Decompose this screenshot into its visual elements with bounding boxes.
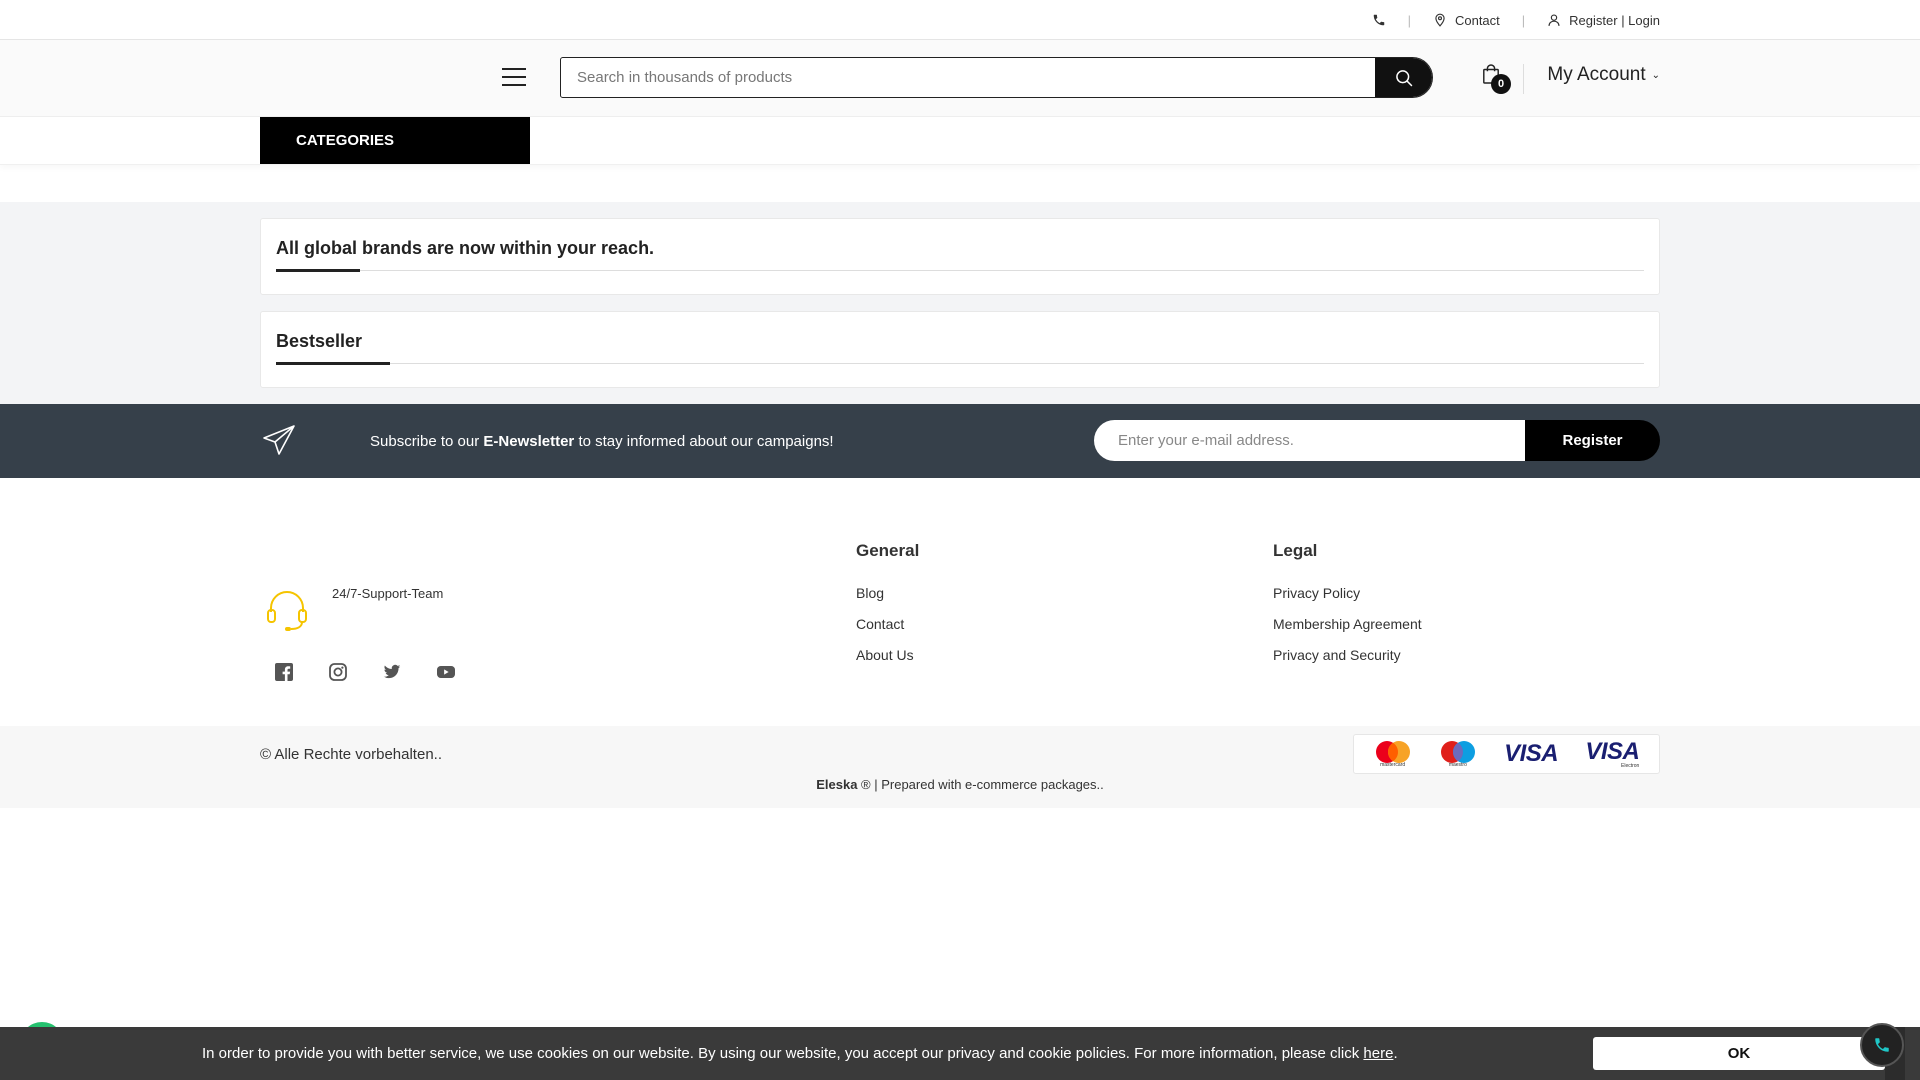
phone-icon [1875, 1038, 1889, 1052]
newsletter-email-input[interactable] [1094, 420, 1525, 461]
site-footer: 24/7-Support-Team General Blog Contact A… [0, 478, 1920, 726]
hamburger-line [502, 76, 526, 78]
footer-legal-title: Legal [1273, 541, 1318, 560]
top-bar: | Contact | Register | Login [0, 0, 1920, 40]
credit-text: Eleska ® | Prepared with e-commerce pack… [816, 777, 1104, 792]
cart-count-badge: 0 [1491, 74, 1511, 94]
cookie-more-info-link[interactable]: here [1363, 1045, 1393, 1062]
search-bar [560, 57, 1433, 98]
youtube-icon [437, 666, 455, 678]
headset-icon [267, 591, 307, 631]
categories-button[interactable]: CATEGORIES [260, 117, 530, 164]
location-pin-icon [1435, 13, 1445, 27]
credit-brand: Eleska [816, 777, 858, 792]
footer-link-blog[interactable]: Blog [856, 585, 919, 601]
my-account-label: My Account [1547, 64, 1646, 85]
visa-electron-label: VISA [1585, 737, 1640, 765]
newsletter-text: Subscribe to our E-Newsletter to stay in… [370, 432, 834, 450]
site-header: 0 My Account ⌄ [0, 40, 1920, 117]
support-team-label: 24/7-Support-Team [332, 586, 444, 601]
visa-logo: VISA [1504, 740, 1559, 767]
facebook-icon [275, 663, 293, 681]
hamburger-line [502, 68, 526, 70]
section-underline [276, 362, 1644, 365]
maestro-label: maestro [1448, 762, 1467, 768]
footer-link-privacy-security[interactable]: Privacy and Security [1273, 647, 1422, 663]
cart-button[interactable]: 0 [1482, 64, 1511, 94]
payment-methods: mastercard maestro VISA VISA Electron [1353, 734, 1660, 774]
visa-label: VISA [1504, 740, 1559, 767]
footer-general-title: General [856, 541, 920, 560]
newsletter-form: Register [1094, 420, 1660, 461]
twitter-icon [383, 664, 401, 679]
chevron-down-icon: ⌄ [1651, 69, 1660, 81]
search-icon [1395, 69, 1412, 86]
my-account-dropdown[interactable]: My Account ⌄ [1541, 64, 1660, 86]
bottom-bar: © Alle Rechte vorbehalten.. mastercard m… [0, 726, 1920, 808]
section-underline [276, 269, 1644, 272]
electron-sub-label: Electron [1621, 762, 1640, 769]
footer-link-about-us[interactable]: About Us [856, 647, 919, 663]
twitter-link[interactable] [383, 663, 401, 681]
menu-toggle-button[interactable] [502, 68, 526, 86]
register-login-label: Register | Login [1569, 12, 1660, 28]
search-button[interactable] [1375, 58, 1432, 97]
copyright-text: © Alle Rechte vorbehalten.. [260, 746, 442, 763]
topbar-separator: | [1521, 12, 1526, 28]
support-block [263, 586, 311, 639]
footer-link-privacy-policy[interactable]: Privacy Policy [1273, 585, 1422, 601]
social-links [275, 663, 455, 681]
register-login-link[interactable]: Register | Login [1547, 13, 1660, 28]
footer-link-contact[interactable]: Contact [856, 616, 919, 632]
mastercard-logo: mastercard [1374, 740, 1412, 768]
facebook-link[interactable] [275, 663, 293, 681]
brands-title: All global brands are now within your re… [276, 238, 655, 258]
call-button[interactable] [1860, 1023, 1904, 1067]
footer-link-membership-agreement[interactable]: Membership Agreement [1273, 616, 1422, 632]
cookie-ok-button[interactable]: OK [1593, 1037, 1885, 1070]
contact-label: Contact [1454, 12, 1500, 28]
newsletter-register-button[interactable]: Register [1525, 420, 1660, 461]
mastercard-label: mastercard [1380, 762, 1406, 768]
visa-electron-logo: VISA Electron [1585, 737, 1640, 769]
hamburger-line [502, 84, 526, 86]
instagram-link[interactable] [329, 663, 347, 681]
contact-link[interactable]: Contact [1433, 13, 1500, 28]
categories-label: CATEGORIES [296, 132, 395, 149]
brands-panel: All global brands are now within your re… [260, 218, 1660, 295]
header-divider [1523, 64, 1524, 94]
cookie-text: In order to provide you with better serv… [202, 1045, 1398, 1062]
mastercard-icon [1375, 741, 1410, 763]
youtube-link[interactable] [437, 663, 455, 681]
footer-legal-column: Legal Privacy Policy Membership Agreemen… [1273, 541, 1422, 678]
newsletter-highlight: E-Newsletter [483, 432, 575, 450]
newsletter-bar: Subscribe to our E-Newsletter to stay in… [0, 404, 1920, 478]
main-content: All global brands are now within your re… [0, 202, 1920, 404]
bestseller-panel: Bestseller [260, 311, 1660, 388]
user-icon [1548, 14, 1560, 26]
nav-row: CATEGORIES [0, 117, 1920, 165]
footer-general-column: General Blog Contact About Us [856, 541, 919, 678]
search-input[interactable] [561, 58, 1375, 97]
cookie-consent-bar: In order to provide you with better serv… [0, 1027, 1920, 1080]
maestro-logo: maestro [1439, 740, 1477, 768]
phone-link[interactable] [1372, 13, 1386, 27]
phone-icon [1373, 14, 1384, 26]
maestro-icon [1440, 741, 1475, 763]
instagram-icon [329, 663, 347, 681]
topbar-separator: | [1407, 12, 1411, 28]
bestseller-title: Bestseller [276, 331, 363, 351]
paper-plane-icon [263, 425, 295, 455]
